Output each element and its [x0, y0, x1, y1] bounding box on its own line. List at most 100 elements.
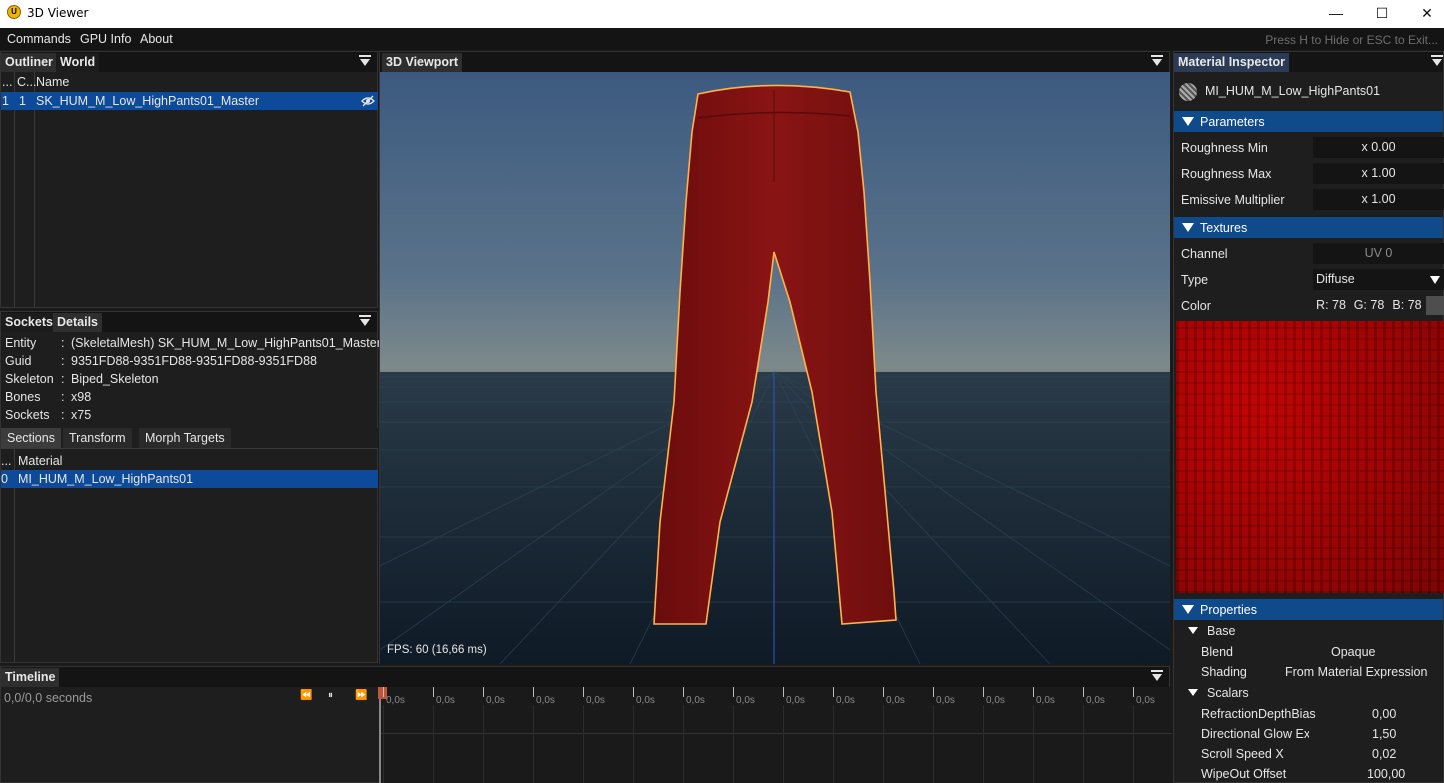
timeline-tick-label: 0,0s	[686, 695, 705, 706]
blend-label: Blend	[1201, 645, 1233, 659]
textures-header[interactable]: Textures	[1174, 217, 1443, 238]
timeline-tick-label: 0,0s	[586, 695, 605, 706]
tab-world[interactable]: World	[56, 53, 100, 72]
time-readout: 0,0/0,0 seconds	[4, 691, 93, 705]
timeline-tick	[983, 687, 984, 697]
detail-value: 9351FD88-9351FD88-9351FD88-9351FD88	[71, 354, 317, 368]
tab-outliner[interactable]: Outliner	[1, 53, 57, 72]
column-header-material[interactable]: Material	[18, 454, 62, 468]
detail-sep: :	[61, 408, 65, 422]
roughness-min-field[interactable]: x 0.00	[1313, 137, 1444, 158]
maximize-button[interactable]: ☐	[1359, 0, 1405, 28]
entity-name: SK_HUM_M_Low_HighPants01_Master	[36, 94, 260, 108]
param-label: Roughness Min	[1181, 141, 1268, 155]
fast-forward-button[interactable]: ⏩	[355, 690, 367, 701]
column-header[interactable]: C...	[17, 75, 36, 89]
scalars-group-label[interactable]: Scalars	[1207, 686, 1249, 700]
channel-field[interactable]: UV 0	[1313, 243, 1444, 264]
timeline-tick-label: 0,0s	[736, 695, 755, 706]
panel-menu-icon[interactable]	[359, 55, 371, 67]
timeline-tick	[883, 687, 884, 697]
tab-sections[interactable]: Sections	[1, 428, 61, 448]
timeline-gridline	[1133, 705, 1134, 783]
pause-button[interactable]: ⏸	[328, 690, 333, 701]
rewind-button[interactable]: ⏪	[300, 690, 312, 701]
detail-key: Sockets	[5, 408, 50, 422]
param-label: Roughness Max	[1181, 167, 1272, 181]
timeline-tick	[1033, 687, 1034, 697]
texture-preview	[1176, 321, 1444, 593]
hide-hint: Press H to Hide or ESC to Exit...	[1265, 33, 1438, 47]
timeline-tick	[383, 687, 384, 697]
chevron-down-icon[interactable]	[1188, 689, 1198, 696]
timeline-tick-label: 0,0s	[786, 695, 805, 706]
minimize-button[interactable]: —	[1313, 0, 1359, 28]
detail-value: x75	[71, 408, 92, 422]
detail-key: Entity	[5, 336, 37, 350]
parameters-header[interactable]: Parameters	[1174, 111, 1443, 132]
detail-value: Biped_Skeleton	[71, 372, 159, 386]
tab-transform[interactable]: Transform	[63, 428, 132, 448]
material-sphere-icon	[1179, 83, 1197, 101]
timeline-tick-label: 0,0s	[486, 695, 505, 706]
timeline-tick-label: 0,0s	[936, 695, 955, 706]
timeline-gridline	[683, 705, 684, 783]
type-dropdown[interactable]: Diffuse	[1313, 269, 1444, 290]
channel-label: Channel	[1181, 247, 1228, 261]
tab-morph-targets[interactable]: Morph Targets	[139, 428, 231, 448]
timeline-tick-label: 0,0s	[386, 695, 405, 706]
timeline-gridline	[933, 705, 934, 783]
material-name: MI_HUM_M_Low_HighPants01	[18, 472, 194, 486]
tab-details[interactable]: Details	[53, 313, 102, 332]
color-g-field[interactable]: G: 78	[1351, 295, 1387, 316]
panel-menu-icon[interactable]	[1151, 55, 1163, 67]
table-row[interactable]: 0 MI_HUM_M_Low_HighPants01	[1, 470, 378, 488]
row-index: 0	[1, 472, 8, 486]
detail-key: Guid	[5, 354, 32, 368]
window-title: 3D Viewer	[27, 6, 89, 20]
scalar-label: RefractionDepthBias	[1201, 707, 1316, 721]
timeline-tick	[683, 687, 684, 697]
base-group-label[interactable]: Base	[1207, 624, 1236, 638]
color-r-field[interactable]: R: 78	[1313, 295, 1349, 316]
timeline-gridline	[483, 705, 484, 783]
visibility-off-icon[interactable]	[361, 95, 375, 107]
color-b-field[interactable]: B: 78	[1389, 295, 1425, 316]
menu-commands[interactable]: Commands	[7, 32, 71, 46]
panel-menu-icon[interactable]	[1151, 670, 1163, 682]
menu-about[interactable]: About	[140, 32, 173, 46]
outliner-panel: Outliner World ... C... Name 1 1 SK_HUM_…	[0, 51, 378, 308]
timeline-track[interactable]: 0,0s 0,0s 0,0s 0,0s 0,0s 0,0s 0,0s 0,0s 0,0s 0,0s…	[378, 687, 1172, 783]
detail-sep: :	[61, 390, 65, 404]
menu-gpu-info[interactable]: GPU Info	[80, 32, 131, 46]
timeline-tick-label: 0,0s	[536, 695, 555, 706]
timeline-gridline	[733, 705, 734, 783]
shading-label: Shading	[1201, 665, 1247, 679]
scalar-label: Scroll Speed X	[1201, 747, 1284, 761]
timeline-gridline	[433, 705, 434, 783]
timeline-tabbar: Timeline	[1, 667, 1169, 687]
tab-sockets[interactable]: Sockets	[1, 313, 57, 332]
close-button[interactable]: ✕	[1404, 0, 1444, 28]
table-row[interactable]: 1 1 SK_HUM_M_Low_HighPants01_Master	[1, 92, 378, 110]
chevron-down-icon[interactable]	[1188, 627, 1198, 634]
tab-timeline[interactable]: Timeline	[1, 668, 60, 687]
color-swatch[interactable]	[1426, 296, 1444, 315]
timeline-gridline	[383, 705, 384, 783]
shading-value: From Material Expression	[1285, 665, 1428, 679]
properties-header[interactable]: Properties	[1174, 599, 1443, 620]
tab-material-inspector[interactable]: Material Inspector	[1174, 53, 1289, 72]
3d-scene[interactable]	[380, 72, 1170, 664]
timeline-tick-label: 0,0s	[886, 695, 905, 706]
column-header[interactable]: ...	[2, 75, 12, 89]
emissive-multiplier-field[interactable]: x 1.00	[1313, 189, 1444, 210]
tab-3d-viewport[interactable]: 3D Viewport	[382, 53, 463, 72]
panel-menu-icon[interactable]	[1431, 55, 1443, 67]
panel-menu-icon[interactable]	[359, 315, 371, 327]
roughness-max-field[interactable]: x 1.00	[1313, 163, 1444, 184]
timeline-tick	[833, 687, 834, 697]
timeline-tick	[1083, 687, 1084, 697]
timeline-gridline	[1083, 705, 1084, 783]
column-header[interactable]: ...	[1, 454, 11, 468]
column-header-name[interactable]: Name	[36, 75, 69, 89]
